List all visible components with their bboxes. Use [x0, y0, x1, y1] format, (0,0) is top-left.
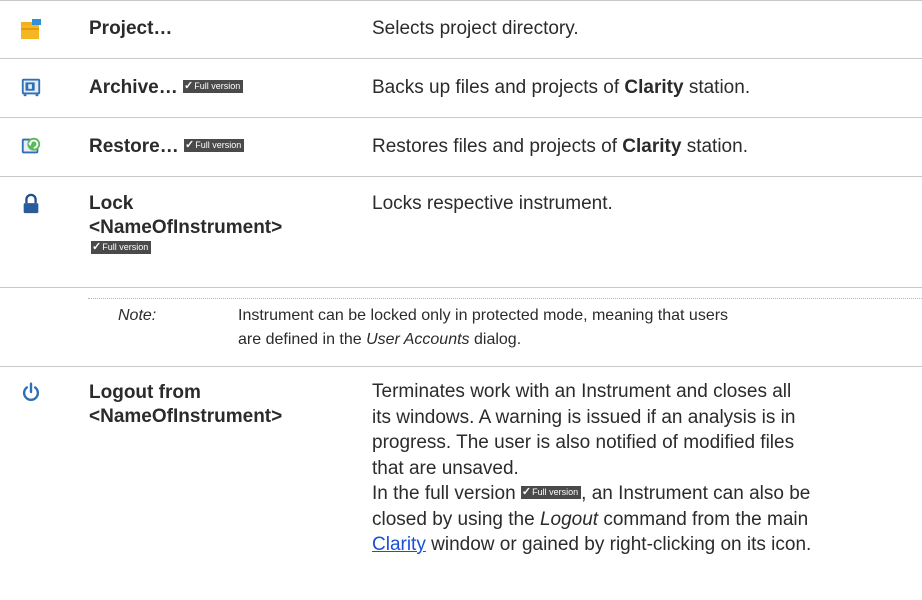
table-row-project: Project… Selects project directory.: [0, 0, 922, 58]
description-text: command from the main: [598, 508, 809, 530]
power-icon: [22, 382, 40, 401]
description-line: closed by using the Logout command from …: [372, 507, 852, 533]
description-text: window or gained by right-clicking on it…: [425, 534, 812, 555]
note-text: Instrument can be locked only in protect…: [238, 304, 884, 352]
command-description: Terminates work with an Instrument and c…: [372, 379, 852, 558]
table-row-archive: Archive… ✓Full version Backs up files an…: [0, 59, 922, 117]
note-line: Instrument can be locked only in protect…: [238, 307, 729, 324]
product-name: Clarity: [624, 77, 684, 98]
full-version-badge: ✓Full version: [520, 486, 582, 500]
description-text: closed by using the: [372, 508, 540, 530]
command-text: <NameOfInstrument>: [89, 217, 283, 238]
description-line: progress. The user is also notified of m…: [372, 432, 795, 453]
description-text: Backs up files and projects of: [372, 77, 625, 98]
badge-label: Full version: [532, 487, 579, 498]
command-text: Archive…: [89, 77, 178, 98]
description-text: , an Instrument can also be: [581, 483, 811, 504]
description-line: its windows. A warning is issued if an a…: [372, 406, 796, 428]
command-reference: Logout: [539, 508, 599, 530]
lock-icon: [23, 193, 39, 214]
restore-icon: [21, 137, 41, 154]
description-line: that are unsaved.: [372, 457, 519, 479]
command-description: Locks respective instrument.: [372, 193, 613, 214]
full-version-badge: ✓Full version: [182, 80, 244, 94]
badge-label: Full version: [194, 81, 241, 92]
command-description: Restores files and projects of Clarity s…: [372, 134, 842, 160]
command-label: Archive… ✓Full version: [89, 76, 244, 100]
table-row-lock: Lock <NameOfInstrument> ✓Full version Lo…: [0, 177, 922, 287]
check-icon: ✓: [183, 80, 194, 93]
command-label: Lock <NameOfInstrument> ✓Full version: [89, 192, 282, 258]
badge-label: Full version: [195, 140, 242, 151]
command-description: Backs up files and projects of Clarity s…: [372, 75, 842, 101]
full-version-badge: ✓Full version: [184, 139, 245, 153]
command-label: Logout from <NameOfInstrument>: [89, 381, 282, 429]
check-icon: ✓: [185, 139, 195, 152]
product-name: Clarity: [622, 136, 682, 157]
note-label: Note:: [118, 307, 157, 324]
command-description: Selects project directory.: [372, 18, 579, 39]
command-text: Logout from: [89, 382, 201, 403]
note-line: are defined in the User Accounts dialog.: [238, 328, 884, 352]
row-divider: [0, 287, 922, 288]
dialog-name: User Accounts: [366, 331, 470, 348]
note-text-part: dialog.: [469, 331, 522, 348]
full-version-badge: ✓Full version: [91, 241, 152, 255]
table-row-restore: Restore… ✓Full version Restores files an…: [0, 118, 922, 176]
command-label: Project…: [89, 18, 173, 39]
archive-icon: [21, 78, 41, 97]
command-text: <NameOfInstrument>: [89, 406, 283, 427]
note-divider: [88, 298, 922, 299]
folder-project-icon: [21, 19, 41, 39]
description-text: station.: [683, 77, 751, 98]
command-text: Lock: [89, 193, 134, 214]
table-row-logout: Logout from <NameOfInstrument> Terminate…: [0, 367, 922, 600]
note-text-part: are defined in the: [238, 331, 367, 348]
description-text: Restores files and projects of: [372, 136, 623, 157]
description-line: Clarity window or gained by right-clicki…: [372, 532, 852, 558]
command-text: Restore…: [89, 136, 179, 157]
description-text: station.: [681, 136, 748, 157]
check-icon: ✓: [92, 241, 102, 254]
command-label: Restore… ✓Full version: [89, 135, 245, 159]
description-text: In the full version: [372, 483, 521, 504]
description-line: Terminates work with an Instrument and c…: [372, 381, 792, 402]
description-line: In the full version ✓Full version, an In…: [372, 481, 852, 507]
clarity-link[interactable]: Clarity: [372, 534, 426, 555]
badge-label: Full version: [102, 242, 149, 253]
check-icon: ✓: [521, 486, 532, 499]
